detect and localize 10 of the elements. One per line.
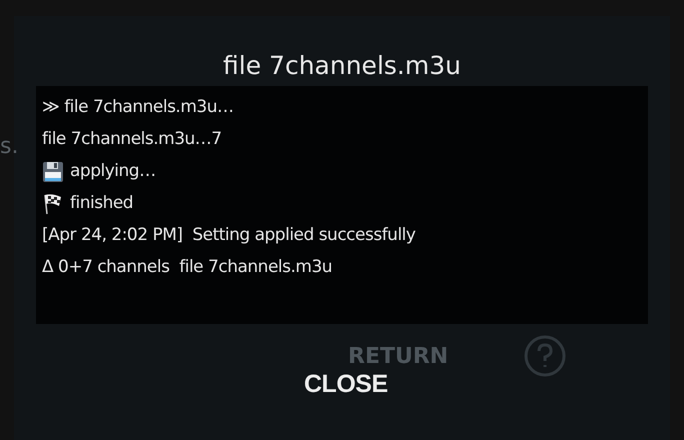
log-line: Δ 0+7 channels file 7channels.m3u: [42, 256, 332, 280]
log-line: file 7channels.m3u…7: [42, 128, 222, 152]
background-text: s.: [0, 133, 18, 161]
log-line: applying…: [70, 160, 156, 184]
log-line: [Apr 24, 2:02 PM] Setting applied successfully: [42, 224, 416, 248]
checkered-flag-icon: [42, 193, 64, 215]
log-line: ≫ file 7channels.m3u…: [42, 96, 234, 120]
help-icon: [524, 335, 566, 377]
log-line: finished: [70, 192, 134, 216]
dialog-title: file 7channels.m3u: [223, 50, 461, 82]
